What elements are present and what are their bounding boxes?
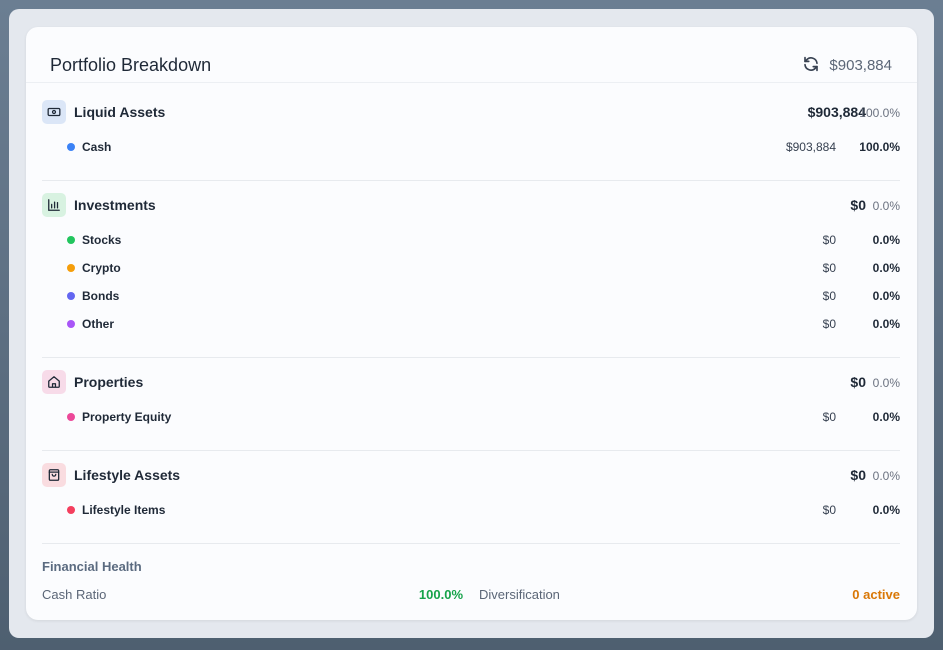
card-header: Portfolio Breakdown $903,884: [26, 27, 917, 83]
section-amount: $0: [850, 374, 866, 390]
list-item-crypto: Crypto $0 0.0%: [42, 259, 900, 279]
list-item-bonds: Bonds $0 0.0%: [42, 287, 900, 307]
section-liquid-assets: Liquid Assets $903,884 100.0% Cash $903,…: [42, 100, 900, 160]
section-amount: $903,884: [807, 104, 866, 120]
item-percent: 0.0%: [872, 261, 900, 275]
header-total-value: $903,884: [829, 57, 892, 74]
section-amount: $0: [850, 197, 866, 213]
diversification-value: 0 active: [852, 587, 900, 602]
other-dot: [67, 320, 75, 328]
item-amount: $0: [822, 289, 836, 303]
item-percent: 0.0%: [872, 289, 900, 303]
section-percent: 100.0%: [859, 106, 900, 120]
cash-ratio-value: 100.0%: [418, 587, 463, 602]
list-item-stocks: Stocks $0 0.0%: [42, 231, 900, 251]
section-title: Investments: [74, 197, 156, 213]
diversification-label: Diversification: [479, 587, 560, 602]
item-percent: 0.0%: [872, 317, 900, 331]
list-item-other: Other $0 0.0%: [42, 315, 900, 335]
item-amount: $0: [822, 233, 836, 247]
bar-chart-icon: [42, 193, 66, 217]
list-item-lifestyle-items: Lifestyle Items $0 0.0%: [42, 501, 900, 521]
stocks-dot: [67, 236, 75, 244]
section-percent: 0.0%: [872, 376, 900, 390]
item-label: Stocks: [82, 233, 122, 247]
section-title: Liquid Assets: [74, 104, 166, 120]
list-item-cash: Cash $903,884 100.0%: [42, 138, 900, 158]
shopping-bag-icon: [42, 463, 66, 487]
section-percent: 0.0%: [872, 469, 900, 483]
item-label: Other: [82, 317, 115, 331]
cash-icon: [42, 100, 66, 124]
item-label: Cash: [82, 140, 112, 154]
section-properties: Properties $0 0.0% Property Equity $0 0.…: [42, 370, 900, 430]
page-title: Portfolio Breakdown: [50, 55, 212, 75]
section-investments: Investments $0 0.0% Stocks $0 0.0% Crypt…: [42, 193, 900, 343]
item-percent: 100.0%: [859, 140, 900, 154]
cash-dot: [67, 143, 75, 151]
item-label: Property Equity: [82, 410, 172, 424]
divider: [42, 543, 900, 544]
item-percent: 0.0%: [872, 503, 900, 517]
home-icon: [42, 370, 66, 394]
section-lifestyle-assets: Lifestyle Assets $0 0.0% Lifestyle Items…: [42, 463, 900, 523]
item-amount: $903,884: [785, 140, 836, 154]
divider: [42, 180, 900, 181]
property-equity-dot: [67, 413, 75, 421]
item-label: Crypto: [82, 261, 121, 275]
item-label: Lifestyle Items: [82, 503, 166, 517]
section-amount: $0: [850, 467, 866, 483]
section-title: Lifestyle Assets: [74, 467, 181, 483]
divider: [42, 450, 900, 451]
item-amount: $0: [822, 410, 836, 424]
portfolio-card: Portfolio Breakdown $903,884 Liquid Asse…: [26, 27, 917, 620]
item-percent: 0.0%: [872, 233, 900, 247]
financial-health-title: Financial Health: [42, 559, 142, 574]
section-percent: 0.0%: [872, 199, 900, 213]
lifestyle-items-dot: [67, 506, 75, 514]
item-label: Bonds: [82, 289, 120, 303]
list-item-property-equity: Property Equity $0 0.0%: [42, 408, 900, 428]
divider: [42, 357, 900, 358]
section-title: Properties: [74, 374, 144, 390]
cash-ratio-label: Cash Ratio: [42, 587, 107, 602]
bonds-dot: [67, 292, 75, 300]
item-percent: 0.0%: [872, 410, 900, 424]
crypto-dot: [67, 264, 75, 272]
item-amount: $0: [822, 317, 836, 331]
refresh-icon[interactable]: [802, 55, 820, 73]
item-amount: $0: [822, 261, 836, 275]
item-amount: $0: [822, 503, 836, 517]
